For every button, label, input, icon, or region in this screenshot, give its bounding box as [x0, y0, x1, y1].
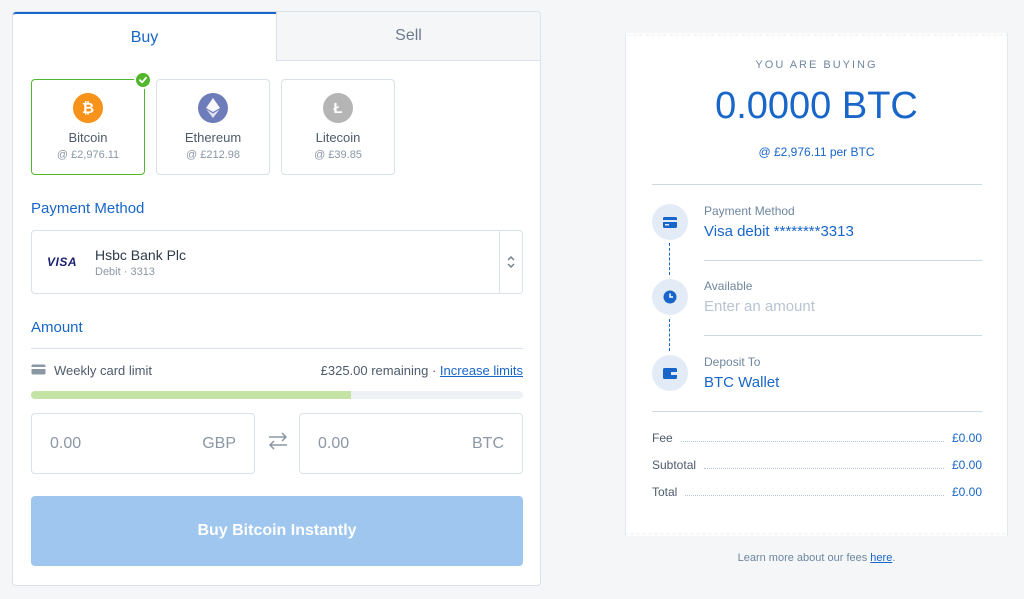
coin-option-ethereum[interactable]: Ethereum @ £212.98 [156, 79, 270, 175]
subtotal-row: Subtotal £0.00 [652, 458, 982, 472]
divider [704, 260, 982, 261]
coin-name: Bitcoin [68, 130, 108, 145]
learn-more-text: Learn more about our fees [737, 552, 871, 564]
coin-option-litecoin[interactable]: Ł Litecoin @ £39.85 [281, 79, 395, 175]
visa-logo: VISA [47, 255, 78, 269]
fee-row: Fee £0.00 [652, 431, 982, 445]
coin-name: Litecoin [315, 130, 361, 145]
limit-label: Weekly card limit [54, 363, 153, 378]
fiat-amount-value: 0.00 [50, 434, 82, 452]
crypto-currency: BTC [472, 434, 504, 452]
limit-progress-bar [31, 391, 523, 399]
fiat-currency: GBP [202, 434, 236, 452]
coin-price: @ £212.98 [186, 149, 240, 161]
divider [652, 184, 982, 185]
litecoin-icon: Ł [323, 93, 353, 123]
buying-heading: YOU ARE BUYING [755, 59, 878, 71]
selected-check-icon [134, 71, 152, 89]
step-connector [669, 243, 670, 275]
buying-rate: @ £2,976.11 per BTC [758, 145, 875, 159]
limit-remaining: £325.00 remaining [320, 363, 429, 378]
step-value: Enter an amount [704, 298, 815, 315]
separator: · [431, 363, 437, 378]
coin-price: @ £39.85 [314, 149, 362, 161]
credit-card-icon [31, 363, 46, 378]
amount-title: Amount [31, 319, 83, 336]
coin-price: @ £2,976.11 [56, 149, 120, 161]
buy-sell-tabs: Buy Sell [13, 12, 540, 61]
increase-limits-link[interactable]: Increase limits [440, 363, 523, 378]
order-summary: YOU ARE BUYING 0.0000 BTC @ £2,976.11 pe… [625, 32, 1008, 536]
step-value: Visa debit ********3313 [704, 223, 854, 240]
clock-icon [652, 279, 688, 315]
crypto-amount-input[interactable]: 0.00 BTC [299, 413, 523, 474]
divider [704, 335, 982, 336]
coin-name: Ethereum [184, 130, 242, 145]
tab-sell[interactable]: Sell [276, 12, 540, 61]
fiat-amount-input[interactable]: 0.00 GBP [31, 413, 255, 474]
step-value: BTC Wallet [704, 374, 780, 391]
learn-more-fees: Learn more about our fees here. [737, 552, 896, 564]
bitcoin-icon: ₿ [73, 93, 103, 123]
fee-label: Fee [652, 431, 673, 445]
coin-option-bitcoin[interactable]: ₿ Bitcoin @ £2,976.11 [31, 71, 152, 175]
divider [652, 411, 982, 412]
tab-buy[interactable]: Buy [13, 12, 276, 61]
swap-icon[interactable] [267, 432, 289, 455]
fee-value: £0.00 [951, 431, 982, 445]
subtotal-label: Subtotal [652, 458, 697, 472]
subtotal-value: £0.00 [951, 458, 982, 472]
buy-bitcoin-button[interactable]: Buy Bitcoin Instantly [31, 496, 523, 566]
wallet-icon [652, 355, 688, 391]
ethereum-icon [198, 93, 228, 123]
coin-selector: ₿ Bitcoin @ £2,976.11 Ethereum @ £212.98… [13, 61, 540, 175]
total-row: Total £0.00 [652, 485, 982, 499]
total-label: Total [652, 485, 678, 499]
total-value: £0.00 [951, 485, 982, 499]
fees-link[interactable]: here [870, 552, 892, 564]
bank-name: Hsbc Bank Plc [95, 246, 187, 263]
select-arrows-icon[interactable] [499, 231, 522, 293]
step-connector [669, 319, 670, 351]
card-limit-row: Weekly card limit £325.00 remaining · In… [31, 363, 523, 378]
payment-method-select[interactable]: VISA Hsbc Bank Plc Debit · 3313 [31, 230, 523, 294]
divider [31, 348, 523, 349]
credit-card-icon [652, 204, 688, 240]
buying-amount: 0.0000 BTC [715, 85, 918, 127]
card-details: Debit · 3313 [95, 265, 155, 278]
limit-progress-fill [31, 391, 351, 399]
step-label: Payment Method [704, 204, 795, 218]
payment-method-title: Payment Method [31, 200, 145, 217]
crypto-amount-value: 0.00 [318, 434, 350, 452]
step-label: Deposit To [704, 355, 761, 369]
step-label: Available [704, 279, 753, 293]
buy-sell-panel: Buy Sell ₿ Bitcoin @ £2,976.11 Ethereum … [12, 11, 541, 586]
